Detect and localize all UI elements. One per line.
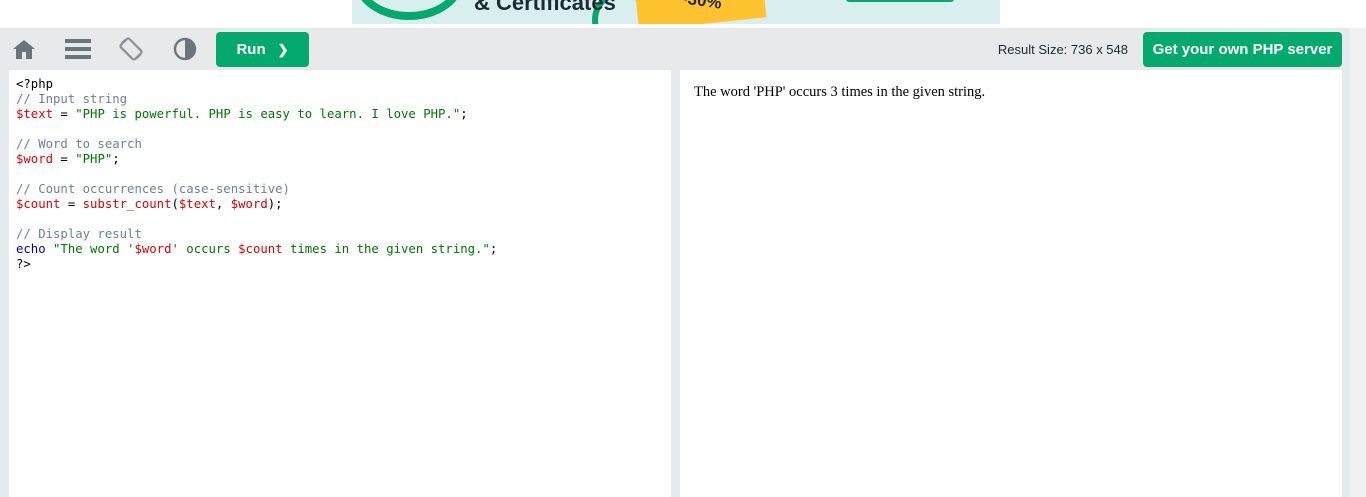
ad-headline: & Certificates — [474, 0, 616, 15]
code-token: ; — [489, 242, 498, 256]
menu-icon[interactable] — [64, 35, 92, 63]
code-token: $text — [16, 107, 54, 121]
ad-cta-button[interactable] — [846, 0, 954, 2]
code-token: "PHP" — [75, 152, 113, 166]
code-token: $text — [178, 197, 216, 211]
code-token: ?> — [16, 257, 31, 271]
rotate-icon[interactable] — [117, 35, 145, 63]
code-line: $count = substr_count($text, $word); — [16, 197, 671, 212]
code-line: <?php — [16, 77, 671, 92]
code-token: echo — [16, 242, 46, 256]
code-line: ?> — [16, 257, 671, 272]
code-line: // Word to search — [16, 137, 671, 152]
code-token: = — [53, 107, 76, 121]
get-php-server-button[interactable]: Get your own PHP server — [1143, 32, 1342, 67]
code-token: "The word ' — [53, 242, 135, 256]
top-banner-area: & Certificates -30% — [0, 0, 1366, 28]
code-token: <?php — [16, 77, 54, 91]
code-token: "PHP is powerful. PHP is easy to learn. … — [75, 107, 461, 121]
code-token: ; — [460, 107, 468, 121]
pane-resize-handle[interactable] — [671, 70, 680, 497]
home-icon[interactable] — [10, 35, 38, 63]
code-line: $word = "PHP"; — [16, 152, 671, 167]
chevron-right-icon: ❯ — [277, 41, 289, 57]
code-line: // Input string — [16, 92, 671, 107]
result-output: The word 'PHP' occurs 3 times in the giv… — [694, 84, 986, 100]
code-editor[interactable]: <?php// Input string $text = "PHP is powe… — [9, 70, 671, 497]
code-token: = — [60, 197, 83, 211]
code-token: $word — [134, 242, 172, 256]
code-token: times in the given string." — [282, 242, 490, 256]
code-token: // Word to search — [16, 137, 142, 151]
page-scrollbar[interactable] — [1350, 28, 1366, 497]
code-token: , — [215, 197, 231, 211]
contrast-icon[interactable] — [171, 35, 199, 63]
code-token: ); — [267, 197, 283, 211]
code-line: echo "The word '$word' occurs $count tim… — [16, 242, 671, 257]
ad-decor-ring — [354, 0, 464, 20]
code-token: ( — [171, 197, 179, 211]
code-token: ; — [112, 152, 120, 166]
code-line: // Display result — [16, 227, 671, 242]
run-button-label: Run — [236, 41, 266, 58]
code-line: $text = "PHP is powerful. PHP is easy to… — [16, 107, 671, 122]
run-button[interactable]: Run ❯ — [216, 32, 309, 67]
ad-banner[interactable]: & Certificates -30% — [352, 0, 1000, 24]
code-line: // Count occurrences (case-sensitive) — [16, 182, 671, 197]
code-token: substr_count — [82, 197, 172, 211]
code-token: $word — [16, 152, 54, 166]
code-token: // Count occurrences (case-sensitive) — [16, 182, 290, 196]
code-token: $word — [230, 197, 268, 211]
code-token: ' occurs — [171, 242, 239, 256]
code-token: // Input string — [16, 92, 128, 106]
result-size-label: Result Size: 736 x 548 — [997, 42, 1128, 57]
code-token: $count — [238, 242, 283, 256]
result-frame: The word 'PHP' occurs 3 times in the giv… — [680, 70, 1342, 497]
workspace: <?php// Input string $text = "PHP is powe… — [0, 70, 1350, 497]
code-token: // Display result — [16, 227, 142, 241]
code-token: $count — [16, 197, 61, 211]
code-token: = — [53, 152, 76, 166]
toolbar: Run ❯ Result Size: 736 x 548 Get your ow… — [0, 28, 1350, 70]
